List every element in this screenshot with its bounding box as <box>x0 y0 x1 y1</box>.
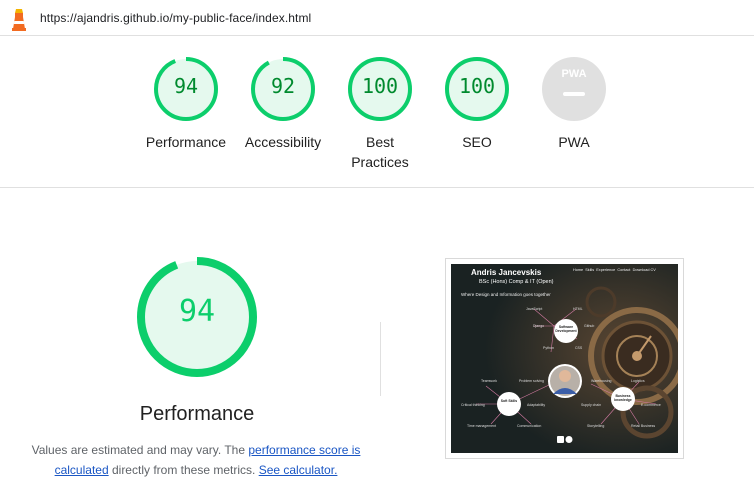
screenshot-thumbnail: Andris Jancevskis BSc (Hons) Comp & IT (… <box>451 264 678 453</box>
note-text: directly from these metrics. <box>108 463 259 477</box>
divider <box>380 322 381 396</box>
thumb-nav-item: Home <box>573 268 584 272</box>
thumb-word: Supply chain <box>581 403 602 407</box>
thumb-word: Python <box>543 346 554 350</box>
performance-title: Performance <box>139 403 255 425</box>
thumb-nav-item: Contact <box>617 268 631 272</box>
thumb-word: Retail Business <box>631 424 656 428</box>
gauge-best-practices[interactable]: 100 Best Practices <box>325 56 435 172</box>
score-gauges: 94 Performance 92 Accessibility 100 Best… <box>0 36 754 188</box>
thumb-word: Storytelling <box>587 424 605 428</box>
report-url[interactable]: https://ajandris.github.io/my-public-fac… <box>40 11 311 25</box>
thumb-nav-item: Skills <box>585 268 595 272</box>
thumb-word: Time management <box>467 424 497 428</box>
pwa-badge-icon <box>542 57 606 121</box>
gauge-label: Accessibility <box>244 134 322 150</box>
gauge-score: 92 <box>270 74 296 98</box>
thumb-nav: Home Skills Experience Contact Download … <box>573 268 656 272</box>
url-bar: https://ajandris.github.io/my-public-fac… <box>0 0 754 36</box>
note-text: Values are estimated and may vary. The <box>31 443 249 457</box>
performance-big-score: 94 <box>178 294 216 329</box>
thumb-name: Andris Jancevskis <box>471 268 542 277</box>
gauge-label: Performance <box>145 134 227 150</box>
gauge-label: PWA <box>558 134 590 150</box>
thumb-word: JavaScript <box>526 307 543 311</box>
estimation-note: Values are estimated and may vary. The p… <box>30 440 362 480</box>
thumb-word: Adaptability <box>527 403 546 407</box>
thumb-word: Warehousing <box>591 379 612 383</box>
pwa-badge-text: PWA <box>561 68 587 80</box>
thumb-tagline: Where Design and Information goes togeth… <box>461 292 551 297</box>
thumb-word: Problem solving <box>519 379 544 383</box>
gauge-accessibility[interactable]: 92 Accessibility <box>228 56 338 152</box>
gauge-score: 100 <box>458 74 496 98</box>
thumb-bubble-label: Soft Skills <box>500 399 518 403</box>
gauge-pwa[interactable]: PWA PWA <box>519 56 629 152</box>
thumb-nav-item: Experience <box>596 268 616 272</box>
thumb-word: E-commerce <box>641 403 661 407</box>
gauge-label: SEO <box>462 134 492 150</box>
thumb-word: Github <box>584 324 595 328</box>
lighthouse-logo-icon <box>12 9 26 31</box>
gauge-performance[interactable]: 94 Performance <box>131 56 241 152</box>
thumb-word: Logistics <box>631 379 645 383</box>
thumb-word: HTML <box>573 307 583 311</box>
thumb-word: Teamwork <box>481 379 497 383</box>
thumb-nav-item: Download CV <box>632 268 656 272</box>
gauge-score: 94 <box>173 74 199 98</box>
thumb-word: Django <box>533 324 545 328</box>
gauge-label: Best Practices <box>351 134 409 170</box>
thumb-bubble-label: Business knowledge <box>614 394 632 402</box>
see-calculator-link[interactable]: See calculator. <box>259 463 338 477</box>
gauge-seo[interactable]: 100 SEO <box>422 56 532 152</box>
thumb-bubble-label: Software Development <box>555 325 577 333</box>
thumb-degree: BSc (Hons) Comp & IT (Open) <box>479 279 554 285</box>
thumb-word: Critical thinking <box>461 403 485 407</box>
final-screenshot[interactable]: Andris Jancevskis BSc (Hons) Comp & IT (… <box>445 258 684 459</box>
gauge-score: 100 <box>361 74 399 98</box>
thumb-word: Communication <box>517 424 542 428</box>
thumb-word: CSS <box>575 346 583 350</box>
